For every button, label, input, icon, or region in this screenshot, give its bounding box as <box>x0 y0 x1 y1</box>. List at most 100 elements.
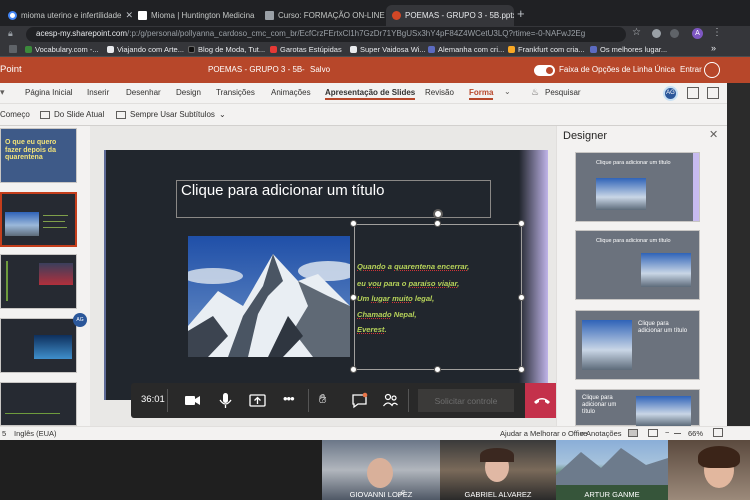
tab-animations[interactable]: Animações <box>271 88 311 97</box>
bookmark[interactable]: Vocabulary.com -... <box>25 45 99 54</box>
bookmark-label: Vocabulary.com -... <box>35 45 99 54</box>
user-icon[interactable] <box>704 62 720 78</box>
resize-handle[interactable] <box>350 366 357 373</box>
bookmark-label: Garotas Estúpidas <box>280 45 342 54</box>
extension-icon[interactable] <box>652 29 661 38</box>
url-path: /:p:/g/personal/pollyanna_cardoso_cmc_co… <box>127 29 586 38</box>
browser-tab-active[interactable]: POEMAS - GRUPO 3 - 5B.pptx✕ <box>386 5 514 26</box>
bookmark[interactable]: Alemanha com cri... <box>428 45 504 54</box>
search-field[interactable]: Pesquisar <box>545 88 581 97</box>
design-idea-1[interactable]: Clique para adicionar um título <box>575 152 700 222</box>
url-field[interactable]: acesp-my.sharepoint.com/:p:/g/personal/p… <box>26 27 626 42</box>
designer-title: Designer <box>563 130 608 142</box>
bookmark[interactable]: Os melhores lugar... <box>590 45 667 54</box>
participant-video[interactable]: GIOVANNI LOPEZ 🎤︎ <box>322 440 440 500</box>
more-bookmarks-icon[interactable]: » <box>711 43 716 53</box>
resize-handle[interactable] <box>518 294 525 301</box>
bookmark[interactable]: Super Vaidosa Wi... <box>350 45 426 54</box>
sorter-view-icon[interactable] <box>648 429 658 437</box>
hang-up-button[interactable] <box>525 383 559 418</box>
bookmark[interactable]: Blog de Moda, Tut... <box>188 45 265 54</box>
resize-handle[interactable] <box>518 220 525 227</box>
document-title[interactable]: POEMAS - GRUPO 3 - 5B <box>208 65 302 74</box>
tab-draw[interactable]: Desenhar <box>126 88 161 97</box>
from-current-button[interactable]: Do Slide Atual <box>40 110 104 119</box>
bookmark[interactable]: Frankfurt com cria... <box>508 45 585 54</box>
camera-icon[interactable] <box>184 392 201 409</box>
resize-handle[interactable] <box>434 366 441 373</box>
extension-icon[interactable] <box>670 29 679 38</box>
apps-icon[interactable] <box>9 45 17 53</box>
more-options-icon[interactable]: ••• <box>283 391 295 406</box>
participant-video[interactable]: ARTUR GANME <box>556 440 668 500</box>
request-control-button[interactable]: Solicitar controle <box>418 389 514 412</box>
tab-slideshow[interactable]: Apresentação de Slides <box>325 88 416 100</box>
browser-tab-2[interactable]: Mioma | Huntington Medicina✕ <box>132 5 259 26</box>
title-placeholder[interactable]: Clique para adicionar um título <box>176 180 491 218</box>
notes-button[interactable]: ≡ Anotações <box>580 429 622 438</box>
slide-thumb-6[interactable] <box>0 254 77 309</box>
comments-icon[interactable] <box>687 87 699 99</box>
address-bar-row: 🔒︎ acesp-my.sharepoint.com/:p:/g/persona… <box>0 26 750 43</box>
menu-icon[interactable]: ⋮ <box>712 27 722 38</box>
close-icon[interactable]: ✕ <box>709 128 718 141</box>
present-icon[interactable] <box>707 87 719 99</box>
tab-design[interactable]: Design <box>176 88 201 97</box>
zoom-slider[interactable] <box>674 433 681 434</box>
resize-handle[interactable] <box>350 220 357 227</box>
participant-video[interactable] <box>668 440 750 500</box>
slide-thumb-8[interactable] <box>0 382 77 426</box>
slide-decoration <box>519 150 548 400</box>
tab-transitions[interactable]: Transições <box>216 88 255 97</box>
slide-thumb-4[interactable]: O que eu quero fazer depois da quarenten… <box>0 128 77 183</box>
tab-label: mioma uterino e infertilidade <box>21 11 122 20</box>
browser-tab-1[interactable]: mioma uterino e infertilidade ✕ <box>2 5 132 26</box>
zoom-level[interactable]: 66% <box>688 429 703 438</box>
zoom-out-icon[interactable]: − <box>665 428 669 437</box>
bookmark[interactable]: Viajando com Arte... <box>107 45 184 54</box>
microphone-icon[interactable] <box>217 392 234 409</box>
normal-view-icon[interactable] <box>628 429 638 437</box>
design-idea-3[interactable]: Clique para adicionar um título <box>575 310 700 380</box>
ribbon-toggle[interactable] <box>534 65 555 76</box>
tab-home[interactable]: Página Inicial <box>25 88 73 97</box>
everest-image[interactable] <box>188 236 350 357</box>
file-menu-icon[interactable]: ▾ <box>0 87 5 98</box>
participants-icon[interactable] <box>382 392 399 409</box>
tab-review[interactable]: Revisão <box>425 88 454 97</box>
save-status: Salvo <box>310 65 331 74</box>
scrollbar[interactable] <box>727 83 750 426</box>
language[interactable]: Inglês (EUA) <box>14 429 57 438</box>
poem-line: Quando a quarentena encerrar, <box>357 262 470 271</box>
tab-insert[interactable]: Inserir <box>87 88 109 97</box>
resize-handle[interactable] <box>434 220 441 227</box>
raise-hand-icon[interactable]: ✋︎ <box>319 391 326 407</box>
design-idea-2[interactable]: Clique para adicionar um título <box>575 230 700 300</box>
star-icon[interactable]: ☆ <box>632 27 641 38</box>
chevron-down-icon[interactable]: ⌄ <box>504 87 511 96</box>
profile-avatar[interactable]: A <box>692 28 703 39</box>
resize-handle[interactable] <box>518 366 525 373</box>
participant-face <box>367 458 393 488</box>
slide-thumb-7[interactable]: AG <box>0 313 87 373</box>
fit-slide-icon[interactable] <box>713 428 723 437</box>
signin-link[interactable]: Entrar <box>680 65 702 74</box>
bookmark[interactable]: Garotas Estúpidas <box>270 45 342 54</box>
design-idea-4[interactable]: Clique para adicionar um título <box>575 389 700 426</box>
coauthor-badge[interactable]: AG <box>663 86 678 101</box>
bookmark-icon <box>350 46 357 53</box>
browser-tab-3[interactable]: Curso: FORMAÇÃO ON-LINE E✕ <box>259 5 386 26</box>
resize-handle[interactable] <box>350 294 357 301</box>
slide-thumb-5-selected[interactable] <box>0 192 77 247</box>
participant-video[interactable]: GABRIEL ALVAREZ <box>440 440 556 500</box>
rotate-handle-icon[interactable] <box>433 209 443 219</box>
chat-icon[interactable] <box>351 392 368 409</box>
share-screen-icon[interactable] <box>249 392 266 409</box>
new-tab-button[interactable]: + <box>517 6 525 21</box>
from-beginning-button[interactable]: Começo <box>0 110 30 119</box>
ribbon-commands: Começo Do Slide Atual Sempre Usar Subtít… <box>0 104 727 126</box>
help-improve-link[interactable]: Ajudar a Melhorar o Office <box>500 429 587 438</box>
tab-shape[interactable]: Forma <box>469 88 494 100</box>
ribbon-tabs: ▾ Página Inicial Inserir Desenhar Design… <box>0 83 727 104</box>
subtitles-button[interactable]: Sempre Usar Subtítulos ⌄ <box>116 110 226 119</box>
